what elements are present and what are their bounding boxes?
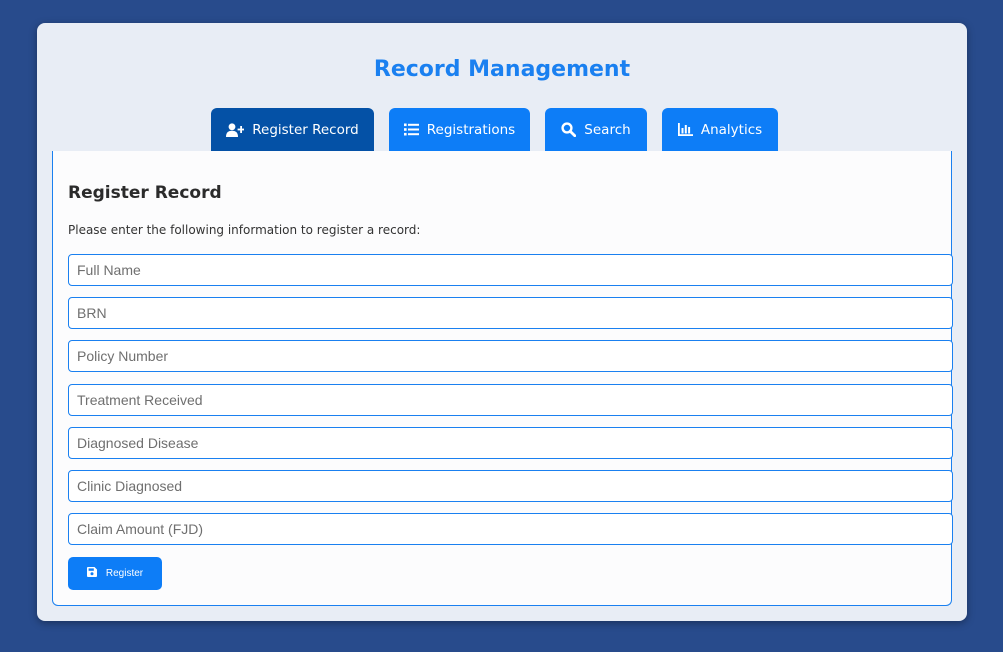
page-title: Record Management <box>373 57 631 82</box>
register-button-label: Register <box>105 568 144 579</box>
tab-label: Search <box>584 121 631 138</box>
tab-label: Registrations <box>426 121 516 138</box>
register-button[interactable]: Register <box>68 557 162 590</box>
form-description: Please enter the following information t… <box>68 223 421 237</box>
tab-bar: Register Record Registrations Search Ana… <box>37 108 967 151</box>
policy-number-input[interactable] <box>68 340 953 372</box>
tab-label: Analytics <box>700 121 763 138</box>
user-plus-icon <box>226 122 245 137</box>
tab-register-record[interactable]: Register Record <box>211 108 374 151</box>
tab-analytics[interactable]: Analytics <box>662 108 778 151</box>
save-icon <box>86 567 97 580</box>
register-form-card: Register Record Please enter the followi… <box>52 151 953 606</box>
treatment-received-input[interactable] <box>68 384 953 416</box>
form-title: Register Record <box>68 183 222 203</box>
clinic-diagnosed-input[interactable] <box>68 470 953 502</box>
tab-search[interactable]: Search <box>545 108 647 151</box>
list-icon <box>403 123 419 136</box>
main-panel: Record Management Register Record Regist… <box>37 23 967 621</box>
bar-chart-icon <box>677 123 693 136</box>
tab-registrations[interactable]: Registrations <box>389 108 530 151</box>
search-icon <box>561 122 577 137</box>
full-name-input[interactable] <box>68 254 953 286</box>
brn-input[interactable] <box>68 297 953 329</box>
claim-amount-input[interactable] <box>68 513 953 545</box>
diagnosed-disease-input[interactable] <box>68 427 953 459</box>
tab-label: Register Record <box>252 121 359 138</box>
